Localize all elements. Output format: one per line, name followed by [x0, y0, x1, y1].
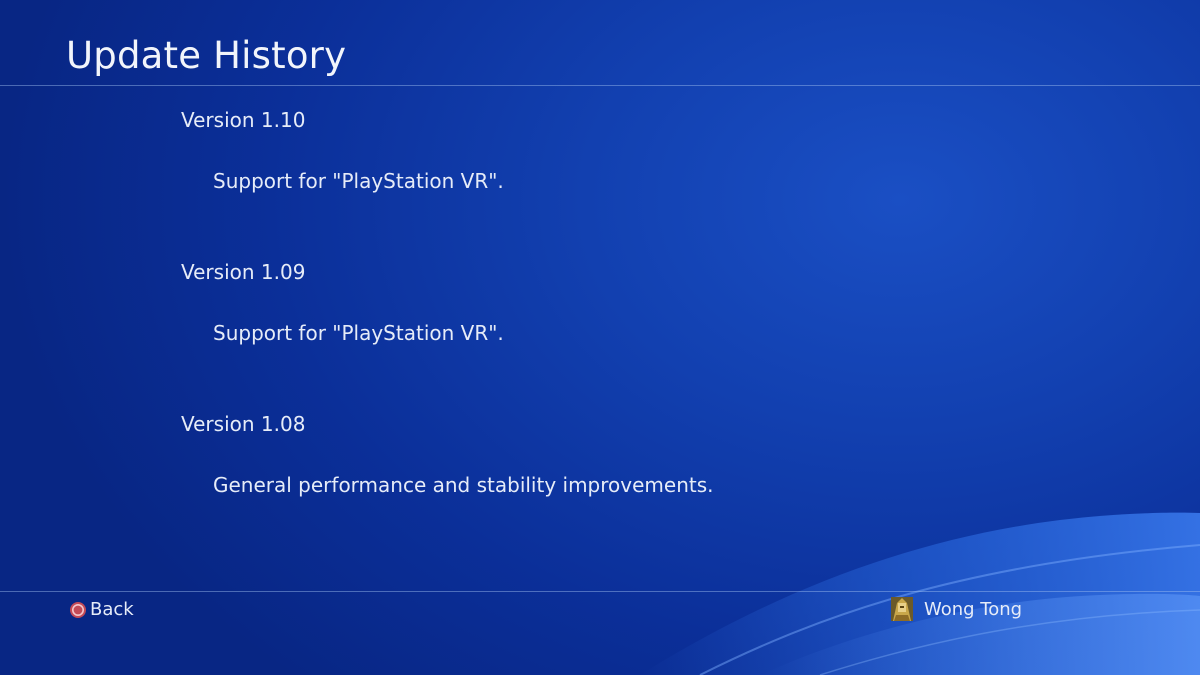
version-label: Version 1.10: [181, 108, 306, 132]
page-title: Update History: [66, 34, 347, 77]
version-label: Version 1.09: [181, 260, 306, 284]
user-profile: Wong Tong: [888, 594, 1022, 624]
back-button[interactable]: Back: [69, 597, 134, 621]
version-note: Support for "PlayStation VR".: [213, 169, 504, 193]
avatar: [888, 595, 916, 623]
back-label: Back: [90, 598, 134, 620]
update-history-list[interactable]: Version 1.10 Support for "PlayStation VR…: [0, 86, 1200, 591]
version-label: Version 1.08: [181, 412, 306, 436]
user-name: Wong Tong: [924, 598, 1023, 620]
circle-button-icon: [69, 601, 86, 618]
version-note: Support for "PlayStation VR".: [213, 321, 504, 345]
version-note: General performance and stability improv…: [213, 473, 714, 497]
footer-divider: [0, 591, 1200, 592]
